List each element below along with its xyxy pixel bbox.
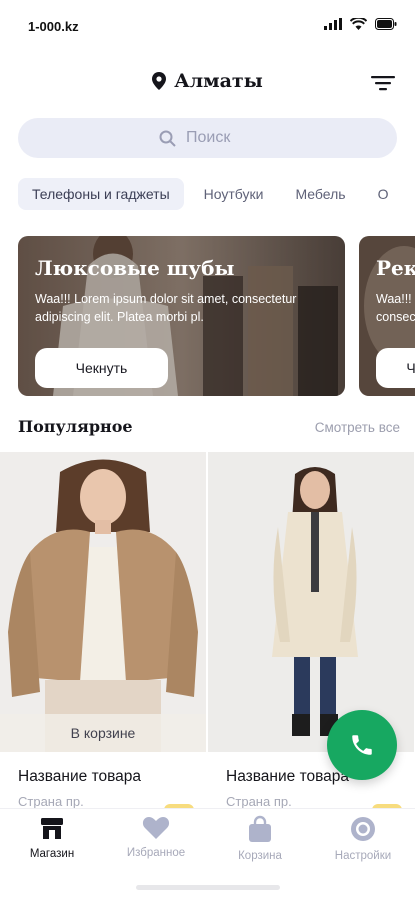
tab-cart[interactable]: Корзина bbox=[210, 815, 310, 875]
store-icon bbox=[41, 818, 63, 839]
settings-icon bbox=[351, 817, 375, 841]
product-name: Название товара bbox=[18, 768, 142, 785]
wifi-icon bbox=[350, 18, 367, 30]
product-image bbox=[208, 452, 414, 752]
banner-action-button[interactable]: Ч bbox=[376, 348, 415, 388]
category-furniture[interactable]: Мебель bbox=[283, 178, 357, 210]
search-input[interactable] bbox=[186, 129, 256, 147]
tab-shop[interactable]: Магазин bbox=[2, 815, 102, 875]
search-icon bbox=[159, 130, 176, 147]
banner-title: Рек bbox=[376, 256, 415, 280]
section-title: Популярное bbox=[18, 417, 133, 436]
heart-icon bbox=[142, 817, 170, 839]
home-indicator bbox=[136, 885, 280, 890]
category-more[interactable]: О bbox=[366, 178, 401, 210]
status-icons bbox=[324, 18, 397, 30]
battery-icon bbox=[375, 18, 397, 30]
banner-text: Waa!!! Lorem ipsum dolor sit amet, conse… bbox=[35, 292, 297, 324]
product-country: Страна пр. bbox=[18, 794, 84, 809]
call-button[interactable] bbox=[327, 710, 397, 780]
see-all-link[interactable]: Смотреть все bbox=[315, 420, 400, 435]
banner-title: Люксовые шубы bbox=[35, 256, 235, 280]
tab-label: Настройки bbox=[334, 850, 392, 862]
tab-label: Корзина bbox=[238, 850, 282, 862]
product-image bbox=[0, 452, 206, 752]
search-bar[interactable] bbox=[18, 118, 397, 158]
banner-action-button[interactable]: Чекнуть bbox=[35, 348, 168, 388]
tab-favorites[interactable]: Избранное bbox=[106, 815, 206, 875]
product-card[interactable]: В корзине Название товара Страна пр. bbox=[0, 452, 206, 810]
promo-carousel[interactable]: Люксовые шубы Waa!!! Lorem ipsum dolor s… bbox=[18, 236, 415, 398]
location-pin-icon bbox=[152, 72, 167, 90]
filter-icon bbox=[371, 76, 395, 91]
signal-icon bbox=[324, 18, 342, 30]
location-selector[interactable]: Алматы bbox=[0, 70, 415, 92]
in-cart-badge: В корзине bbox=[0, 714, 206, 752]
promo-banner-next[interactable]: Рек Waa!!! consec Ч bbox=[359, 236, 415, 396]
city-name: Алматы bbox=[174, 70, 263, 92]
product-name: Название товара bbox=[226, 768, 350, 785]
tab-settings[interactable]: Настройки bbox=[313, 815, 413, 875]
filter-button[interactable] bbox=[369, 70, 397, 96]
tab-label: Избранное bbox=[126, 847, 186, 859]
product-country: Страна пр. bbox=[226, 794, 292, 809]
category-laptops[interactable]: Ноутбуки bbox=[192, 178, 276, 210]
phone-icon bbox=[352, 735, 372, 755]
category-phones[interactable]: Телефоны и гаджеты bbox=[18, 178, 184, 210]
category-tabs: Телефоны и гаджеты Ноутбуки Мебель О bbox=[18, 178, 415, 212]
header: Алматы bbox=[0, 62, 415, 104]
promo-banner[interactable]: Люксовые шубы Waa!!! Lorem ipsum dolor s… bbox=[18, 236, 345, 396]
banner-text: Waa!!! consec bbox=[376, 292, 415, 324]
status-bar: 1-000.kz bbox=[0, 0, 415, 50]
bag-icon bbox=[249, 815, 271, 842]
status-time: 1-000.kz bbox=[28, 19, 79, 34]
tab-label: Магазин bbox=[29, 848, 75, 860]
